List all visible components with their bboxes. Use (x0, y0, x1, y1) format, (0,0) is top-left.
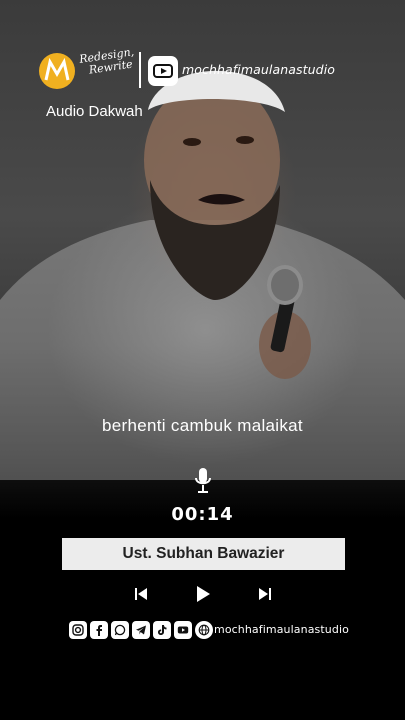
play-icon[interactable] (195, 585, 211, 603)
playback-time: 00:14 (171, 504, 234, 525)
web-icon[interactable] (195, 621, 213, 639)
microphone-icon (195, 468, 211, 493)
previous-track-icon[interactable] (134, 585, 148, 603)
channel-name[interactable]: mochhafimaulanastudio (182, 62, 335, 77)
speaker-name: Ust. Subhan Bawazier (122, 545, 285, 562)
speaker-banner: Ust. Subhan Bawazier (62, 538, 345, 570)
header-divider (139, 52, 141, 88)
youtube-icon[interactable] (148, 56, 178, 86)
social-icons (69, 621, 213, 639)
telegram-icon[interactable] (132, 621, 150, 639)
footer-channel-name[interactable]: mochhafimaulanastudio (214, 623, 349, 636)
youtube-icon[interactable] (174, 621, 192, 639)
subtitle-caption: berhenti cambuk malaikat (102, 416, 303, 435)
studio-logo (39, 53, 75, 89)
whatsapp-icon[interactable] (111, 621, 129, 639)
instagram-icon[interactable] (69, 621, 87, 639)
facebook-icon[interactable] (90, 621, 108, 639)
audio-label: Audio Dakwah (46, 103, 143, 120)
next-track-icon[interactable] (258, 585, 272, 603)
tiktok-icon[interactable] (153, 621, 171, 639)
